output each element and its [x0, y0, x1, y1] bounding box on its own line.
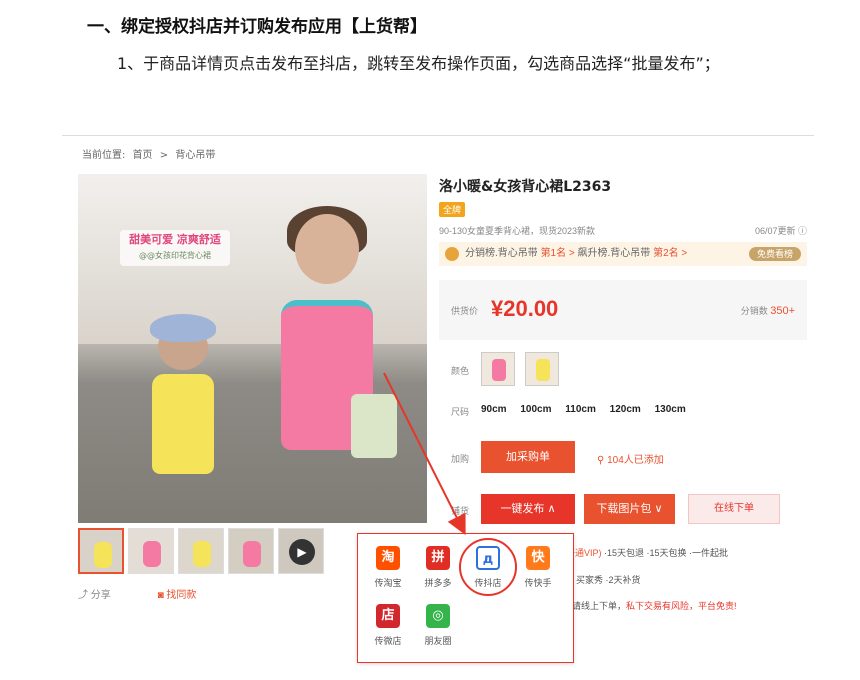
model-pink-dress — [273, 206, 397, 514]
order-online-button[interactable]: 在线下单 — [688, 494, 780, 524]
size-option[interactable]: 120cm — [610, 404, 641, 415]
rank-label-1: 分销榜.背心吊带 — [465, 248, 538, 259]
color-option-pink[interactable] — [481, 352, 515, 386]
rank-value-1[interactable]: 第1名 > — [541, 248, 575, 259]
size-option[interactable]: 90cm — [481, 404, 507, 415]
update-time: 06/07更新 ⓘ — [754, 226, 807, 236]
thumbnail[interactable] — [178, 528, 224, 574]
view-ranking-button[interactable]: 免费看榜 — [748, 247, 801, 261]
publish-menu: 淘 传淘宝 拼 拼多多 д 传抖店 快 传快手 店 传微店 ◎ 朋友圈 — [357, 533, 574, 663]
publish-taobao[interactable]: 淘 传淘宝 — [363, 546, 413, 589]
color-label: 颜色 — [451, 366, 470, 376]
rank-label-2: 飙升榜.背心吊带 — [577, 248, 651, 259]
supply-label: 铺货 — [451, 506, 470, 516]
section-heading: 一、绑定授权抖店并订购发布应用【上货帮】 — [87, 17, 427, 37]
rank-value-2[interactable]: 第2名 > — [653, 248, 687, 259]
chevron-up-icon: ∧ — [547, 503, 556, 515]
model-yellow-dress — [148, 314, 228, 494]
step-text: 1、于商品详情页点击发布至抖店，跳转至发布操作页面，勾选商品选择“批量发布”； — [117, 54, 720, 73]
price-box: 供货价 ¥20.00 分销数 350+ — [439, 280, 807, 340]
breadcrumb-home[interactable]: 首页 — [133, 150, 153, 161]
sold-count: 分销数 350+ — [740, 305, 795, 317]
breadcrumb-label: 当前位置: — [82, 150, 126, 161]
breadcrumb-category[interactable]: 背心吊带 — [175, 150, 215, 161]
brand-badge: 全牌 — [439, 202, 466, 217]
service-info-3: 请线上下单，私下交易有风险，平台免责! — [572, 601, 737, 611]
share-button[interactable]: ⤴ 分享 — [78, 590, 133, 601]
breadcrumb: 当前位置: 首页 > 背心吊带 — [82, 146, 219, 161]
breadcrumb-sep: > — [159, 150, 169, 161]
kuaishou-icon: 快 — [526, 546, 550, 570]
one-click-publish-button[interactable]: 一键发布 ∧ — [481, 494, 575, 524]
medal-icon — [445, 247, 459, 261]
share-row: ⤴ 分享 ◙ 找同款 — [78, 586, 240, 601]
thumbnail[interactable] — [128, 528, 174, 574]
slogan-text: 甜美可爱 凉爽舒适 — [129, 233, 221, 246]
play-icon[interactable]: ▶ — [289, 539, 315, 565]
weidian-icon: 店 — [376, 604, 400, 628]
service-info-1: 开通VIP) ·15天包退 ·15天包换 ·一件起批 — [566, 548, 729, 558]
publish-moments[interactable]: ◎ 朋友圈 — [413, 604, 463, 647]
douyin-store-icon: д — [476, 546, 500, 570]
thumbnail[interactable] — [78, 528, 124, 574]
taobao-icon: 淘 — [376, 546, 400, 570]
find-similar-button[interactable]: ◙ 找同款 — [158, 590, 219, 601]
publish-douyin-store[interactable]: д 传抖店 — [463, 546, 513, 589]
purchase-label: 加购 — [451, 454, 470, 464]
price-label: 供货价 — [451, 306, 479, 316]
size-options: 90cm 100cm 110cm 120cm 130cm — [481, 404, 697, 415]
size-label: 尺码 — [451, 407, 470, 417]
main-product-image: 甜美可爱 凉爽舒适 @@女孩印花背心裙 — [78, 174, 427, 523]
image-slogan: 甜美可爱 凉爽舒适 @@女孩印花背心裙 — [120, 230, 230, 266]
product-title: 洛小暖&女孩背心裙L2363 — [439, 179, 612, 195]
slogan-subtext: @@女孩印花背心裙 — [139, 251, 211, 260]
size-option[interactable]: 100cm — [520, 404, 551, 415]
publish-weidian[interactable]: 店 传微店 — [363, 604, 413, 647]
video-thumbnail[interactable]: ▶ — [278, 528, 324, 574]
color-option-yellow[interactable] — [525, 352, 559, 386]
product-desc: 90-130女童夏季背心裙，现货2023新款 — [439, 226, 596, 236]
price-value: ¥20.00 — [491, 296, 559, 321]
size-option[interactable]: 130cm — [655, 404, 686, 415]
download-images-button[interactable]: 下载图片包 ∨ — [584, 494, 675, 524]
ranking-bar: 分销榜.背心吊带 第1名 > 飙升榜.背心吊带 第2名 > 免费看榜 — [439, 242, 807, 266]
size-option[interactable]: 110cm — [565, 404, 596, 415]
product-page-screenshot: 当前位置: 首页 > 背心吊带 甜美可爱 凉爽舒适 @@女孩印花背心裙 ▶ ⤴ … — [62, 135, 814, 680]
pinduoduo-icon: 拼 — [426, 546, 450, 570]
add-to-purchase-list-button[interactable]: 加采购单 — [481, 441, 575, 473]
chevron-down-icon: ∨ — [654, 503, 663, 515]
added-count: ⚲ 104人已添加 — [597, 455, 664, 466]
product-subinfo: 90-130女童夏季背心裙，现货2023新款 06/07更新 ⓘ — [439, 224, 807, 237]
service-info-2: 买家秀 ·2天补货 — [576, 575, 641, 585]
publish-kuaishou[interactable]: 快 传快手 — [513, 546, 563, 589]
moments-icon: ◎ — [426, 604, 450, 628]
thumbnail[interactable] — [228, 528, 274, 574]
publish-pinduoduo[interactable]: 拼 拼多多 — [413, 546, 463, 589]
